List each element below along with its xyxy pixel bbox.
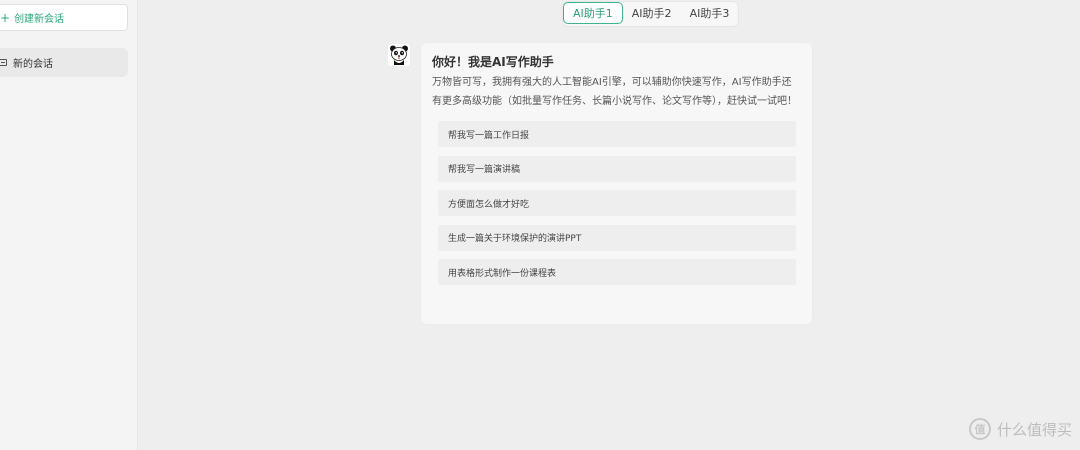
suggestion-item[interactable]: 用表格形式制作一份课程表 [438, 259, 796, 285]
watermark-text: 什么值得买 [996, 420, 1072, 439]
suggestion-item[interactable]: 帮我写一篇工作日报 [438, 121, 796, 147]
chat-icon [0, 59, 7, 66]
suggestion-item[interactable]: 帮我写一篇演讲稿 [438, 155, 796, 182]
tab-assistant-3[interactable]: AI助手3 [681, 2, 739, 24]
welcome-message-card: 你好！我是AI写作助手 万物皆可写，我拥有强大的人工智能AI引擎，可以辅助你快速… [421, 43, 812, 324]
sidebar-item-chat[interactable]: 新的会话 [0, 48, 128, 77]
new-chat-label: 创建新会话 [14, 14, 65, 25]
tab-assistant-2[interactable]: AI助手2 [623, 2, 681, 24]
greeting-title: 你好！我是AI写作助手 [432, 55, 554, 69]
tab-assistant-1[interactable]: AI助手1 [563, 2, 623, 24]
new-chat-button[interactable]: + 创建新会话 [0, 4, 128, 31]
sidebar-item-label: 新的会话 [13, 59, 53, 70]
panda-avatar-icon [388, 44, 410, 66]
watermark: 值 什么值得买 [968, 418, 1072, 440]
watermark-logo-icon: 值 [968, 418, 991, 440]
sidebar: + 创建新会话 新的会话 [0, 0, 138, 450]
plus-icon: + [0, 10, 11, 25]
assistant-tabs: AI助手1 AI助手2 AI助手3 [562, 1, 740, 27]
intro-text: 万物皆可写，我拥有强大的人工智能AI引擎，可以辅助你快速写作，AI写作助手还有更… [432, 77, 797, 107]
suggestion-item[interactable]: 方便面怎么做才好吃 [438, 190, 796, 216]
suggestion-list: 帮我写一篇工作日报 帮我写一篇演讲稿 方便面怎么做才好吃 生成一篇关于环境保护的… [432, 121, 800, 285]
suggestion-item[interactable]: 生成一篇关于环境保护的演讲PPT [438, 224, 796, 251]
